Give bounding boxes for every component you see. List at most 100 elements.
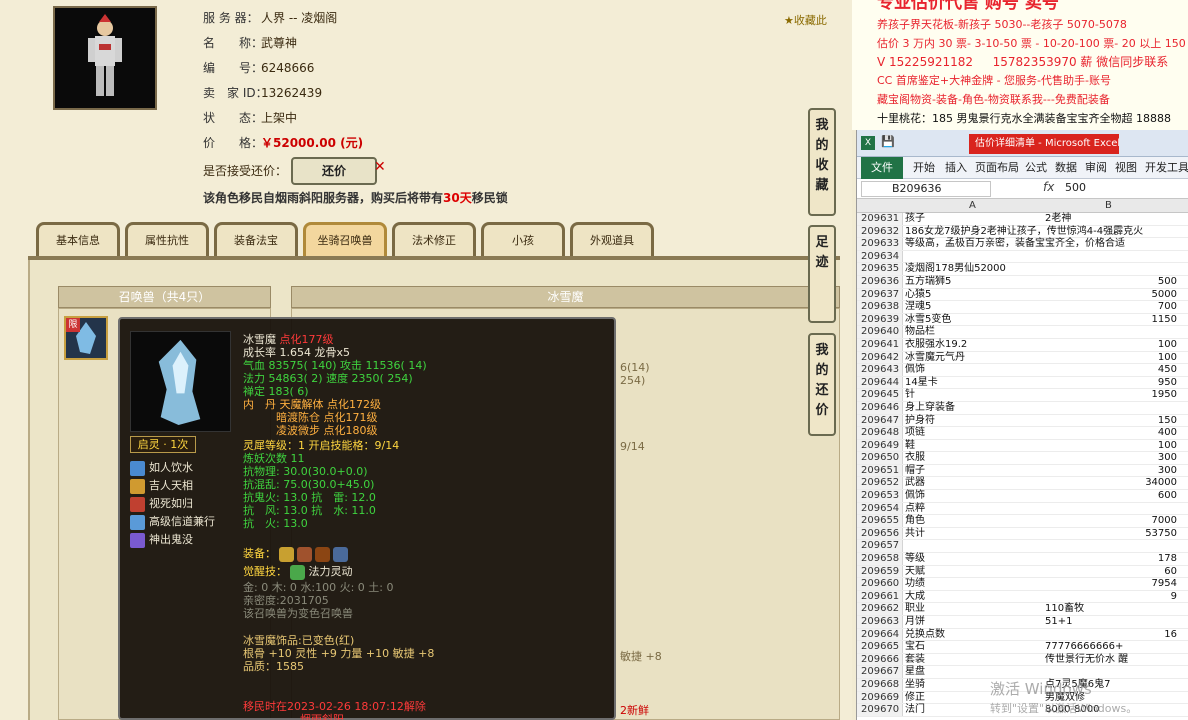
row-number[interactable]: 209665 xyxy=(857,641,903,653)
row-number[interactable]: 209638 xyxy=(857,301,903,313)
cell-a[interactable]: 针 xyxy=(905,389,1041,402)
row-number[interactable]: 209640 xyxy=(857,326,903,338)
row-number[interactable]: 209666 xyxy=(857,653,903,666)
ribbon-insert[interactable]: 插入 xyxy=(945,157,967,179)
row-number[interactable]: 209644 xyxy=(857,376,903,389)
tab-mounts-pets[interactable]: 坐骑召唤兽 xyxy=(303,222,387,258)
row-number[interactable]: 209649 xyxy=(857,439,903,452)
ribbon-developer[interactable]: 开发工具 xyxy=(1145,157,1188,179)
row-number[interactable]: 209641 xyxy=(857,338,903,351)
cell-b[interactable]: 100 xyxy=(1045,440,1177,453)
row-number[interactable]: 209652 xyxy=(857,477,903,490)
cell-b[interactable]: 60 xyxy=(1045,566,1177,579)
row-number[interactable]: 209648 xyxy=(857,427,903,439)
col-b[interactable]: B xyxy=(1105,199,1112,213)
cell-a[interactable]: 佩饰 xyxy=(905,364,1041,377)
ribbon-review[interactable]: 审阅 xyxy=(1085,157,1107,179)
cell-b[interactable]: 53750 xyxy=(1045,528,1177,541)
cell-a[interactable]: 凌烟阁178男仙52000 xyxy=(905,263,1041,276)
cell-b[interactable]: 传世景行无价水 醒 xyxy=(1045,654,1177,667)
row-number[interactable]: 209645 xyxy=(857,389,903,401)
cell-a[interactable]: 涅魂5 xyxy=(905,301,1041,314)
cell-a[interactable]: 兑换点数 xyxy=(905,629,1041,642)
cell-a[interactable]: 孩子 xyxy=(905,213,1041,226)
cell-a[interactable]: 角色 xyxy=(905,515,1041,528)
cell-b[interactable]: 16 xyxy=(1045,629,1177,642)
row-number[interactable]: 209669 xyxy=(857,691,903,704)
cell-a[interactable]: 物品栏 xyxy=(905,326,1041,339)
tab-children[interactable]: 小孩 xyxy=(481,222,565,258)
ribbon-data[interactable]: 数据 xyxy=(1055,157,1077,179)
row-number[interactable]: 209634 xyxy=(857,250,903,263)
cell-a[interactable]: 共计 xyxy=(905,528,1041,541)
cell-b[interactable]: 700 xyxy=(1045,301,1177,314)
cell-b[interactable]: 450 xyxy=(1045,364,1177,377)
ribbon-layout[interactable]: 页面布局 xyxy=(975,157,1019,179)
row-number[interactable]: 209637 xyxy=(857,288,903,301)
bargain-button[interactable]: 还价 xyxy=(291,157,377,185)
row-number[interactable]: 209636 xyxy=(857,275,903,288)
cell-a[interactable]: 职业 xyxy=(905,603,1041,616)
cell-a[interactable]: 大成 xyxy=(905,591,1041,604)
cell-a[interactable]: 项链 xyxy=(905,427,1041,440)
cell-b[interactable]: 1150 xyxy=(1045,314,1177,327)
cell-a[interactable]: 心猿5 xyxy=(905,289,1041,302)
cell-b[interactable]: 7954 xyxy=(1045,578,1177,591)
cell-b[interactable]: 300 xyxy=(1045,452,1177,465)
tab-spell-correction[interactable]: 法术修正 xyxy=(392,222,476,258)
cell-b[interactable]: 1950 xyxy=(1045,389,1177,402)
row-number[interactable]: 209667 xyxy=(857,666,903,678)
cell-a[interactable]: 冰雪魔元气丹 xyxy=(905,352,1041,365)
cell-a[interactable]: 宝石 xyxy=(905,641,1041,654)
favorite-link[interactable]: ★收藏此 xyxy=(784,12,827,28)
cell-b[interactable]: 178 xyxy=(1045,553,1177,566)
row-number[interactable]: 209659 xyxy=(857,565,903,578)
row-number[interactable]: 209664 xyxy=(857,628,903,641)
cell-b[interactable]: 150 xyxy=(1045,415,1177,428)
row-number[interactable]: 209654 xyxy=(857,502,903,515)
row-number[interactable]: 209632 xyxy=(857,225,903,238)
tab-basic-info[interactable]: 基本信息 xyxy=(36,222,120,258)
cell-a[interactable]: 衣服强水19.2 xyxy=(905,339,1041,352)
row-number[interactable]: 209642 xyxy=(857,351,903,364)
row-number[interactable]: 209658 xyxy=(857,553,903,565)
cell-b[interactable]: 950 xyxy=(1045,377,1177,390)
cell-a[interactable]: 五方瑞狮5 xyxy=(905,276,1041,289)
row-number[interactable]: 209650 xyxy=(857,452,903,464)
row-number[interactable]: 209639 xyxy=(857,313,903,326)
row-number[interactable]: 209657 xyxy=(857,540,903,553)
cell-a[interactable]: 等级高，孟极百万亲密，装备宝宝齐全，价格合适 xyxy=(905,238,1125,251)
cell-b[interactable]: 100 xyxy=(1045,339,1177,352)
pet-thumbnail[interactable]: 限 xyxy=(64,316,108,360)
ribbon-home[interactable]: 开始 xyxy=(913,157,935,179)
row-number[interactable]: 209646 xyxy=(857,401,903,414)
row-number[interactable]: 209660 xyxy=(857,578,903,590)
row-number[interactable]: 209633 xyxy=(857,238,903,250)
footprint-button[interactable]: 足迹 xyxy=(808,225,836,323)
cell-b[interactable]: 500 xyxy=(1045,276,1177,289)
cell-b[interactable]: 9 xyxy=(1045,591,1177,604)
cell-b[interactable]: 2老神 xyxy=(1045,213,1177,226)
row-number[interactable]: 209635 xyxy=(857,263,903,275)
row-number[interactable]: 209668 xyxy=(857,678,903,691)
row-number[interactable]: 209653 xyxy=(857,490,903,502)
cell-a[interactable]: 点粹 xyxy=(905,503,1041,516)
cell-a[interactable]: 衣服 xyxy=(905,452,1041,465)
cell-a[interactable]: 186女龙7级护身2老神让孩子，传世惊鸿4-4强霹克火 xyxy=(905,226,1143,239)
my-bargains-button[interactable]: 我的还价 xyxy=(808,333,836,436)
cell-a[interactable]: 14星卡 xyxy=(905,377,1041,390)
row-number[interactable]: 209663 xyxy=(857,616,903,628)
row-number[interactable]: 209655 xyxy=(857,515,903,527)
cell-b[interactable]: 7000 xyxy=(1045,515,1177,528)
cell-a[interactable]: 套装 xyxy=(905,654,1041,667)
my-favorites-button[interactable]: 我的收藏 xyxy=(808,108,836,216)
cell-b[interactable]: 51+1 xyxy=(1045,616,1177,629)
row-number[interactable]: 209661 xyxy=(857,590,903,603)
col-a[interactable]: A xyxy=(969,199,976,213)
tab-appearance[interactable]: 外观道具 xyxy=(570,222,654,258)
tab-equipment[interactable]: 装备法宝 xyxy=(214,222,298,258)
cell-b[interactable]: 77776666666+ xyxy=(1045,641,1177,654)
row-number[interactable]: 209631 xyxy=(857,213,903,225)
cell-a[interactable]: 功绩 xyxy=(905,578,1041,591)
name-box[interactable]: B209636 xyxy=(861,181,991,197)
